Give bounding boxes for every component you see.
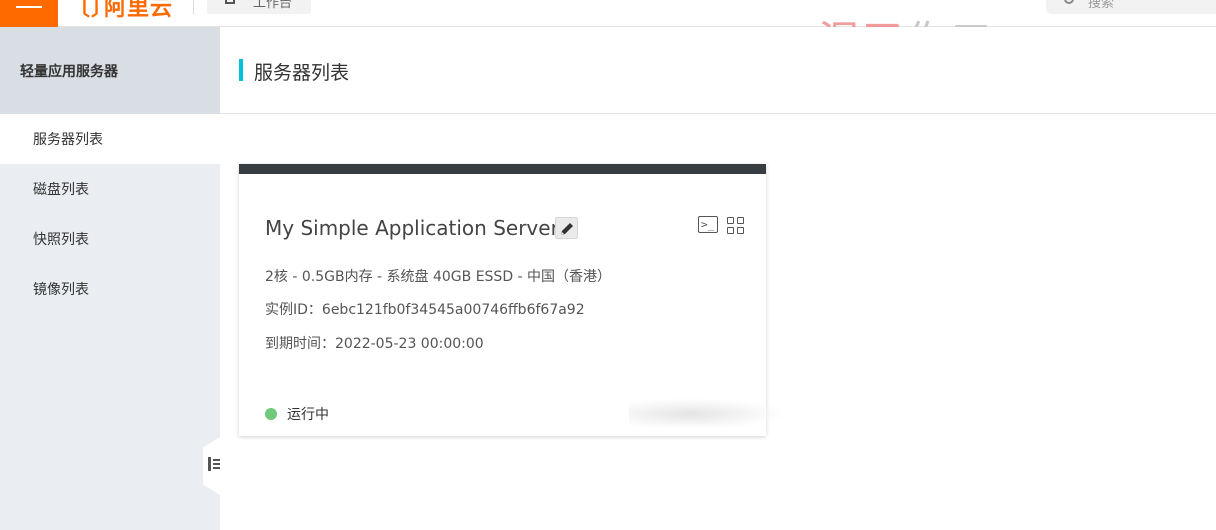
collapse-sidebar-button[interactable] [203,437,220,495]
sidebar-title: 轻量应用服务器 [0,27,220,114]
expiry-time: 到期时间：2022-05-23 00:00:00 [265,336,484,352]
status-text: 运行中 [287,407,329,423]
edit-name-button[interactable] [555,217,578,239]
divider [193,0,194,14]
redacted-area [629,399,781,429]
server-spec: 2核 - 0.5GB内存 - 系统盘 40GB ESSD - 中国（香港） [265,269,612,285]
server-card[interactable]: My Simple Application Server >_ 2核 - 0.5… [239,164,781,436]
status-badge: 运行中 [265,404,329,424]
logo-text: 阿里云 [104,0,174,21]
top-navbar: 〔〕阿里云 工作台 搜索 [0,0,1216,27]
page-title: 服务器列表 [254,62,350,84]
search-placeholder: 搜索 [1088,0,1115,11]
sidebar-item-snapshot-list[interactable]: 快照列表 [0,214,220,264]
title-accent-bar [239,59,243,81]
sidebar-item-image-list[interactable]: 镜像列表 [0,264,220,314]
sidebar: 轻量应用服务器 服务器列表 磁盘列表 快照列表 镜像列表 [0,27,220,530]
status-dot [265,408,277,420]
instance-id: 实例ID：6ebc121fb0f34545a00746ffb6f67a92 [265,302,585,318]
menu-icon [16,6,42,8]
logo[interactable]: 〔〕阿里云 [68,0,173,22]
workbench-icon [225,0,235,4]
search-input[interactable]: 搜索 [1046,0,1216,14]
search-icon [1064,0,1074,4]
sidebar-item-disk-list[interactable]: 磁盘列表 [0,164,220,214]
menu-button[interactable] [0,0,58,27]
terminal-icon[interactable]: >_ [698,216,718,233]
sidebar-item-server-list[interactable]: 服务器列表 [0,114,220,164]
workbench-label: 工作台 [253,0,293,11]
workbench-button[interactable]: 工作台 [207,0,311,14]
collapse-sidebar-icon [208,457,220,471]
server-name[interactable]: My Simple Application Server [265,216,559,240]
grid-icon[interactable] [727,217,745,234]
page-header: 服务器列表 [220,27,1216,114]
edit-icon [561,223,573,235]
